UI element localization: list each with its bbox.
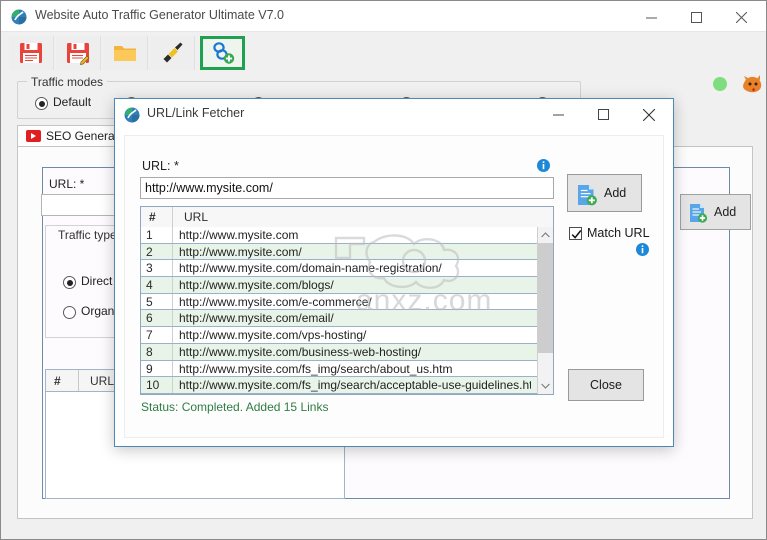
url-link-fetcher-dialog: URL/Link Fetcher URL: * http://www.mysit… xyxy=(114,98,674,447)
dialog-close-button[interactable] xyxy=(627,99,672,129)
grid-row[interactable]: 3 http://www.mysite.com/domain-name-regis… xyxy=(141,260,538,278)
grid-row-number: 4 xyxy=(146,278,153,293)
grid-row-number: 7 xyxy=(146,328,153,343)
add-document-icon xyxy=(688,203,708,226)
background-add-label: Add xyxy=(714,205,737,219)
grid-header-divider xyxy=(172,207,173,227)
background-col-divider xyxy=(78,370,79,391)
grid-row-number: 5 xyxy=(146,294,153,309)
dialog-status-text: Status: Completed. Added 15 Links xyxy=(141,400,329,414)
play-icon xyxy=(26,130,41,142)
grid-row[interactable]: 10 http://www.mysite.com/fs_img/search/ac… xyxy=(141,377,538,394)
info-icon[interactable] xyxy=(636,243,649,256)
grid-row-url: http://www.mysite.com/business-web-hosti… xyxy=(179,344,422,359)
dialog-title: URL/Link Fetcher xyxy=(147,106,245,120)
app-title: Website Auto Traffic Generator Ultimate … xyxy=(35,8,284,22)
grid-row[interactable]: 5 http://www.mysite.com/e-commerce/ xyxy=(141,293,538,311)
chevron-up-icon[interactable] xyxy=(538,227,553,243)
radio-traffic-mode-default-label: Default xyxy=(53,95,92,109)
background-col-url: URL xyxy=(90,374,115,388)
traffic-type-legend: Traffic type xyxy=(54,228,121,242)
radio-traffic-mode-default[interactable] xyxy=(35,97,48,110)
url-grid-header: # URL xyxy=(141,207,553,228)
grid-row-url: http://www.mysite.com/email/ xyxy=(179,311,334,326)
radio-traffic-type-direct-label: Direct xyxy=(81,274,113,288)
grid-row[interactable]: 4 http://www.mysite.com/blogs/ xyxy=(141,277,538,294)
url-grid-rows: 1 http://www.mysite.com 2 http://www.mysite… xyxy=(141,227,538,394)
flashlight-icon[interactable] xyxy=(150,36,195,70)
match-url-checkbox[interactable] xyxy=(569,227,582,240)
background-add-button[interactable]: Add xyxy=(680,194,751,230)
scrollbar-thumb[interactable] xyxy=(538,243,553,353)
grid-row-url: http://www.mysite.com/blogs/ xyxy=(179,278,334,293)
info-icon[interactable] xyxy=(537,159,550,172)
save-icon[interactable] xyxy=(9,36,54,70)
grid-row-number: 3 xyxy=(146,261,153,276)
chevron-down-icon[interactable] xyxy=(538,378,553,394)
grid-row-number: 10 xyxy=(146,378,160,393)
grid-row-url: http://www.mysite.com/vps-hosting/ xyxy=(179,328,367,343)
toolbar xyxy=(2,32,766,93)
radio-traffic-type-organic[interactable] xyxy=(63,306,76,319)
grid-row-divider xyxy=(172,293,173,310)
dialog-maximize-button[interactable] xyxy=(582,99,627,129)
grid-row-number: 6 xyxy=(146,311,153,326)
grid-row-divider xyxy=(172,227,173,243)
dialog-url-input[interactable] xyxy=(140,177,554,199)
main-title-bar: Website Auto Traffic Generator Ultimate … xyxy=(1,1,766,32)
match-url-label: Match URL xyxy=(587,226,650,240)
open-folder-icon[interactable] xyxy=(103,36,148,70)
grid-row-number: 8 xyxy=(146,344,153,359)
grid-row-url: http://www.mysite.com/fs_img/search/acce… xyxy=(179,378,531,393)
grid-col-number: # xyxy=(149,210,156,224)
grid-row-number: 1 xyxy=(146,228,153,242)
grid-row-divider xyxy=(172,310,173,327)
grid-row[interactable]: 1 http://www.mysite.com xyxy=(141,227,538,244)
grid-row-divider xyxy=(172,343,173,360)
radio-traffic-type-organic-label: Organ xyxy=(81,304,115,318)
grid-row-url: http://www.mysite.com/fs_img/search/abou… xyxy=(179,361,453,376)
dialog-close-action-button[interactable]: Close xyxy=(568,369,644,401)
traffic-modes-legend: Traffic modes xyxy=(27,75,108,89)
dialog-close-action-label: Close xyxy=(590,378,622,392)
grid-row-divider xyxy=(172,277,173,293)
grid-row-url: http://www.mysite.com/domain-name-regist… xyxy=(179,261,442,276)
grid-row[interactable]: 9 http://www.mysite.com/fs_img/search/abo… xyxy=(141,360,538,378)
grid-col-url: URL xyxy=(184,210,209,224)
dialog-title-bar: URL/Link Fetcher xyxy=(115,99,673,130)
add-document-icon xyxy=(576,184,598,209)
maximize-button[interactable] xyxy=(675,1,720,31)
grid-row-divider xyxy=(172,377,173,393)
dialog-minimize-button[interactable] xyxy=(537,99,582,129)
close-button[interactable] xyxy=(720,1,765,31)
dialog-url-label: URL: * xyxy=(142,159,179,173)
dialog-add-button[interactable]: Add xyxy=(567,174,642,212)
grid-vertical-scrollbar[interactable] xyxy=(537,227,553,394)
grid-row-divider xyxy=(172,360,173,377)
radio-traffic-type-direct[interactable] xyxy=(63,276,76,289)
grid-row-number: 2 xyxy=(146,244,153,259)
app-globe-icon xyxy=(124,107,140,123)
background-col-number: # xyxy=(54,374,61,388)
background-url-label: URL: * xyxy=(49,177,85,191)
url-grid[interactable]: # URL 1 http://www.mysite.com 2 http://www.… xyxy=(140,206,554,395)
link-fetcher-icon[interactable] xyxy=(200,36,245,70)
grid-row-divider xyxy=(172,327,173,343)
grid-row-url: http://www.mysite.com xyxy=(179,228,299,242)
grid-row[interactable]: 6 http://www.mysite.com/email/ xyxy=(141,310,538,328)
grid-row-url: http://www.mysite.com/e-commerce/ xyxy=(179,294,372,309)
status-indicator xyxy=(713,77,727,91)
grid-row-url: http://www.mysite.com/ xyxy=(179,244,302,259)
dialog-add-label: Add xyxy=(604,186,627,200)
dragon-icon[interactable] xyxy=(741,73,763,95)
minimize-button[interactable] xyxy=(630,1,675,31)
grid-row-divider xyxy=(172,260,173,277)
save-as-icon[interactable] xyxy=(56,36,101,70)
grid-row[interactable]: 2 http://www.mysite.com/ xyxy=(141,243,538,261)
app-globe-icon xyxy=(11,9,27,25)
grid-row[interactable]: 8 http://www.mysite.com/business-web-host… xyxy=(141,343,538,361)
grid-row-divider xyxy=(172,243,173,260)
grid-row-number: 9 xyxy=(146,361,153,376)
grid-row[interactable]: 7 http://www.mysite.com/vps-hosting/ xyxy=(141,327,538,344)
